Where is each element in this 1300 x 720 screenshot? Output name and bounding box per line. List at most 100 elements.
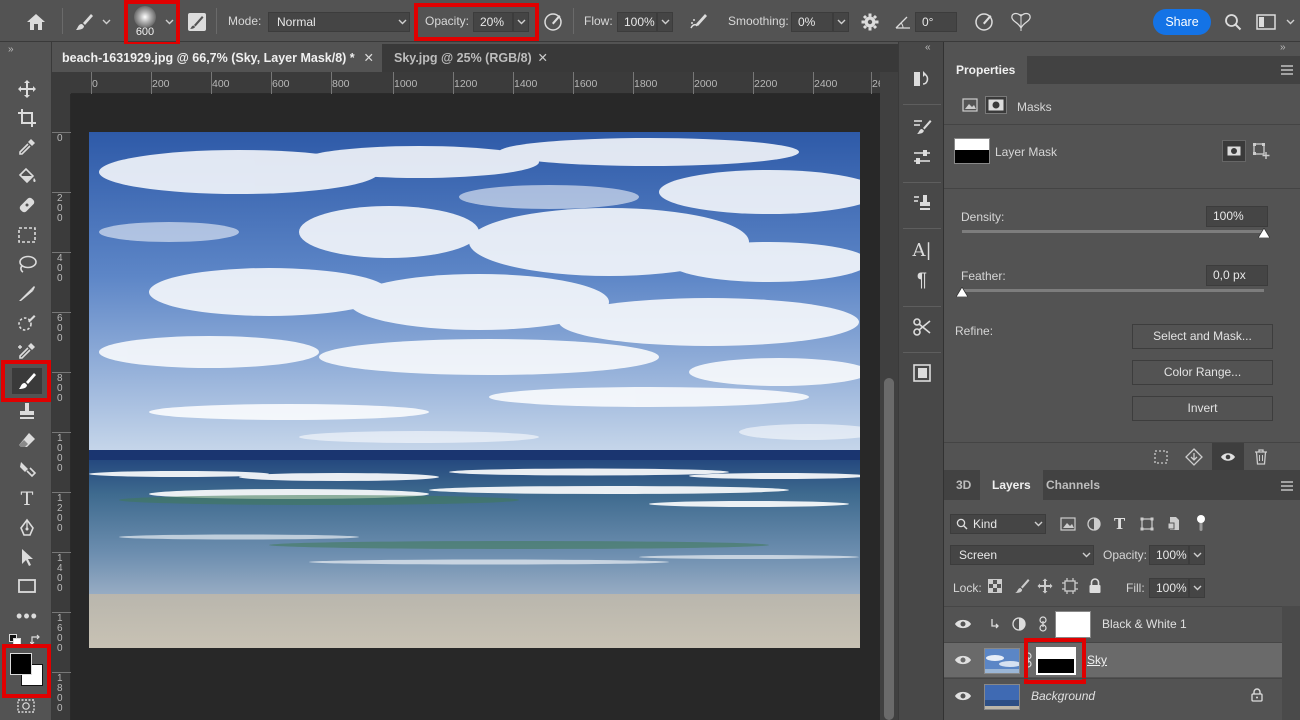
add-vector-mask-icon[interactable]	[1252, 142, 1272, 160]
panel-menu-icon[interactable]	[1280, 64, 1294, 76]
add-pixel-mask-icon[interactable]	[1222, 140, 1246, 162]
layer-row-background[interactable]: Background	[944, 678, 1282, 713]
chain-link-icon[interactable]	[1039, 616, 1047, 632]
chevron-down-icon[interactable]	[99, 14, 113, 30]
type-layer-filter-icon[interactable]: T	[1114, 515, 1125, 533]
lock-image-pixels-icon[interactable]	[1014, 578, 1030, 594]
smoothing-dropdown[interactable]	[833, 12, 849, 32]
toggle-mask-visibility-icon[interactable]	[1212, 443, 1244, 471]
canvas-area[interactable]	[71, 94, 880, 720]
chain-link-icon[interactable]	[1024, 652, 1032, 668]
brush-icon[interactable]	[70, 10, 98, 34]
layer-blend-mode-select[interactable]: Screen	[950, 545, 1094, 565]
clone-source-icon[interactable]	[908, 190, 936, 216]
load-selection-icon[interactable]	[1153, 449, 1169, 465]
lock-all-icon[interactable]	[1088, 578, 1102, 594]
layer-comps-icon[interactable]	[908, 360, 936, 386]
filter-toggle-icon[interactable]	[1195, 514, 1207, 532]
pressure-size-icon[interactable]	[972, 10, 996, 34]
smoothing-field[interactable]: 0%	[791, 12, 833, 32]
apply-mask-icon[interactable]	[1185, 448, 1203, 466]
quick-selection-icon[interactable]	[12, 309, 42, 335]
crop-icon[interactable]	[12, 105, 42, 131]
panel-menu-icon[interactable]	[1280, 480, 1294, 492]
history-icon[interactable]	[908, 66, 936, 92]
beach-image[interactable]	[89, 132, 860, 648]
density-field[interactable]: 100%	[1206, 206, 1268, 227]
brush-settings-icon[interactable]	[184, 10, 210, 34]
layer-name[interactable]: Black & White 1	[1102, 617, 1187, 631]
marquee-icon[interactable]	[12, 222, 42, 248]
lasso-icon[interactable]	[12, 251, 42, 277]
feather-field[interactable]: 0,0 px	[1206, 265, 1268, 286]
layer-thumbnail[interactable]	[984, 684, 1020, 710]
layers-scrollbar[interactable]	[1282, 606, 1300, 720]
flow-field[interactable]: 100%	[617, 12, 657, 32]
layer-opacity-dropdown[interactable]	[1189, 545, 1205, 565]
trash-icon[interactable]	[1253, 448, 1269, 466]
tab-3d[interactable]: 3D	[944, 470, 983, 500]
chevron-down-icon[interactable]	[1283, 14, 1297, 30]
flow-dropdown[interactable]	[657, 12, 673, 32]
pen-icon[interactable]	[12, 515, 42, 541]
select-and-mask-button[interactable]: Select and Mask...	[1132, 324, 1273, 349]
tab-properties[interactable]: Properties	[944, 56, 1028, 84]
opacity-dropdown[interactable]	[513, 12, 529, 32]
fill-field[interactable]: 100%	[1149, 578, 1189, 598]
eye-icon[interactable]	[954, 617, 972, 631]
lock-position-icon[interactable]	[1037, 578, 1053, 594]
layer-row-black-white[interactable]: Black & White 1	[944, 606, 1282, 641]
gear-icon[interactable]	[858, 10, 882, 34]
invert-button[interactable]: Invert	[1132, 396, 1273, 421]
eye-icon[interactable]	[954, 689, 972, 703]
eyedropper-icon[interactable]	[12, 134, 42, 160]
density-slider-track[interactable]	[962, 230, 1264, 233]
document-tab[interactable]: Sky.jpg @ 25% (RGB/8) ✕	[384, 44, 556, 72]
smart-object-filter-icon[interactable]	[1167, 516, 1181, 531]
layer-row-sky[interactable]: Sky	[944, 642, 1282, 677]
adjustment-layer-filter-icon[interactable]	[1087, 517, 1101, 531]
quick-mask-icon[interactable]	[16, 698, 36, 714]
layer-name[interactable]: Sky	[1087, 653, 1107, 667]
document-tab-active[interactable]: beach-1631929.jpg @ 66,7% (Sky, Layer Ma…	[52, 44, 382, 72]
feather-slider-track[interactable]	[962, 289, 1264, 292]
scrollbar-thumb[interactable]	[884, 378, 894, 720]
mask-icon[interactable]	[985, 96, 1007, 114]
color-sampler-icon[interactable]	[12, 338, 42, 364]
opacity-field[interactable]: 20%	[473, 12, 513, 32]
layer-name[interactable]: Background	[1031, 689, 1095, 703]
character-icon[interactable]: A|	[908, 237, 936, 263]
swap-colors-icon[interactable]	[30, 634, 42, 646]
feather-slider-handle[interactable]	[956, 287, 968, 297]
lock-transparent-pixels-icon[interactable]	[988, 579, 1002, 593]
close-icon[interactable]: ✕	[538, 44, 548, 72]
foreground-color-swatch[interactable]	[10, 653, 32, 675]
shape-layer-filter-icon[interactable]	[1140, 517, 1154, 531]
layer-opacity-field[interactable]: 100%	[1149, 545, 1189, 565]
default-colors-icon[interactable]	[9, 634, 21, 646]
type-icon[interactable]: T	[12, 486, 42, 512]
layer-mask-thumbnail[interactable]	[1036, 647, 1076, 675]
adjustments-sliders-icon[interactable]	[908, 144, 936, 170]
search-icon[interactable]	[1221, 10, 1245, 34]
pressure-opacity-icon[interactable]	[541, 10, 565, 34]
angle-field[interactable]: 0°	[915, 12, 957, 32]
blend-mode-select[interactable]: Normal	[268, 12, 410, 32]
close-icon[interactable]: ✕	[364, 44, 374, 72]
brush-preset-picker[interactable]: 600	[128, 4, 162, 40]
path-selection-icon[interactable]	[12, 544, 42, 570]
pixel-mask-icon[interactable]	[962, 98, 978, 112]
smudge-icon[interactable]	[12, 456, 42, 482]
lock-artboard-icon[interactable]	[1062, 578, 1078, 594]
tab-channels[interactable]: Channels	[1034, 470, 1112, 500]
eye-icon[interactable]	[954, 653, 972, 667]
move-icon[interactable]	[12, 76, 42, 102]
density-slider-handle[interactable]	[1258, 228, 1270, 238]
share-button[interactable]: Share	[1153, 9, 1211, 35]
workspace-icon[interactable]	[1253, 10, 1279, 34]
brush-icon[interactable]	[12, 368, 42, 394]
paint-bucket-icon[interactable]	[12, 163, 42, 189]
symmetry-icon[interactable]	[1008, 10, 1034, 34]
stamp-icon[interactable]	[12, 398, 42, 424]
pen-path-icon[interactable]	[12, 280, 42, 306]
